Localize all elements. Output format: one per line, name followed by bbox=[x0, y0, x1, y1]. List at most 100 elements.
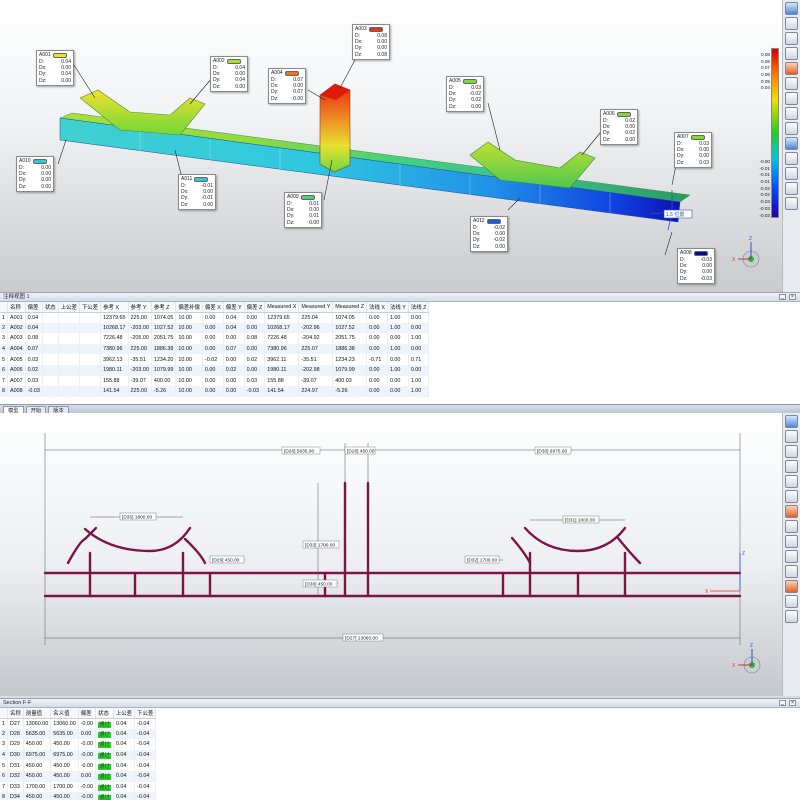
panel-minimize-icon[interactable]: _ bbox=[779, 700, 786, 706]
section-icon[interactable] bbox=[785, 152, 798, 165]
table-row[interactable]: 5 D31 450.00 450.00 -0.00 通过 0.04 -0.04 bbox=[0, 760, 157, 771]
table-cell: 0.00 bbox=[223, 386, 245, 397]
table-cell: 1980.11 bbox=[100, 364, 129, 376]
column-header[interactable]: 名义值 bbox=[50, 708, 79, 719]
front-view-icon[interactable] bbox=[785, 92, 798, 105]
table-cell: A004 bbox=[7, 343, 26, 355]
column-header[interactable]: 下公差 bbox=[134, 708, 157, 719]
table-row[interactable]: 6 D32 450.00 450.00 0.00 通过 0.04 -0.04 bbox=[0, 770, 157, 782]
side-view-icon[interactable] bbox=[785, 535, 798, 548]
section-icon[interactable] bbox=[785, 550, 798, 563]
light-icon[interactable] bbox=[785, 595, 798, 608]
table-row[interactable]: 1 D27 13060.00 13060.00 -0.00 通过 0.04 -0.04 bbox=[0, 718, 157, 729]
column-header[interactable]: 偏差 Y bbox=[223, 302, 245, 313]
annotation-icon[interactable] bbox=[785, 167, 798, 180]
table-row[interactable]: 2 D28 5635.00 5635.00 0.00 通过 0.04 -0.04 bbox=[0, 728, 157, 740]
column-header[interactable]: 参考 X bbox=[100, 302, 129, 313]
column-header[interactable] bbox=[0, 302, 8, 313]
light-icon[interactable] bbox=[785, 197, 798, 210]
table-row[interactable]: 8 D34 450.00 450.00 -0.00 通过 0.04 -0.04 bbox=[0, 792, 157, 800]
iso-view-icon[interactable] bbox=[785, 137, 798, 150]
callout-a005[interactable]: A005 D: 0.03 Dx: -0.02 Dy: 0.02 Dz: 0.00 bbox=[446, 76, 484, 112]
rotate-icon[interactable] bbox=[785, 17, 798, 30]
column-header[interactable]: 测量值 bbox=[23, 708, 52, 719]
callout-a001[interactable]: A001 D: 0.04 Dx: 0.00 Dy: 0.04 Dz: 0.00 bbox=[36, 50, 74, 86]
top-view-icon[interactable] bbox=[785, 520, 798, 533]
callout-a011[interactable]: A011 D: -0.01 Dx: 0.00 Dy: -0.01 Dz: 0.00 bbox=[178, 174, 216, 210]
panel-close-icon[interactable]: × bbox=[789, 700, 796, 706]
callout-a006[interactable]: A006 D: 0.02 Dx: 0.00 Dy: 0.02 Dz: 0.00 bbox=[600, 109, 638, 145]
column-header[interactable]: 法线 X bbox=[366, 302, 388, 313]
table-row[interactable]: 2 A002 0.04 10268.17 -203.00 1027.52 10.00 0.00… bbox=[0, 322, 430, 334]
column-header[interactable] bbox=[0, 708, 8, 719]
color-map-icon[interactable] bbox=[785, 62, 798, 75]
fit-view-icon[interactable] bbox=[785, 475, 798, 488]
column-header[interactable]: Measured Y bbox=[298, 302, 334, 313]
callout-a009[interactable]: A009 D: 0.01 Dx: 0.00 Dy: 0.01 Dz: 0.00 bbox=[284, 192, 322, 228]
pan-icon[interactable] bbox=[785, 445, 798, 458]
table-row[interactable]: 7 A007 0.03 155.88 -39.07 400.00 10.00 0.00 0.00… bbox=[0, 375, 430, 387]
top-view-icon[interactable] bbox=[785, 107, 798, 120]
section-2d-viewport[interactable]: [D26] 5635.00 [D28] 450.00 [D30] 6975.00… bbox=[0, 413, 782, 696]
column-header[interactable]: 偏差补偿 bbox=[175, 302, 203, 313]
table-row[interactable]: 7 D33 1700.00 1700.00 -0.00 通过 0.04 -0.04 bbox=[0, 781, 157, 793]
column-header[interactable]: Measured Z bbox=[332, 302, 368, 313]
column-header[interactable]: 偏差 bbox=[78, 708, 97, 719]
deviation-3d-viewport[interactable]: 1.5 位置 X Z A001 D: 0.04 Dx: 0.00 Dy: 0.04 Dz: 0.… bbox=[0, 0, 782, 292]
panel-close-icon[interactable]: × bbox=[789, 294, 796, 300]
color-map-icon[interactable] bbox=[785, 505, 798, 518]
column-header[interactable]: 法线 Z bbox=[408, 302, 430, 313]
table-row[interactable]: 6 A006 0.02 1980.11 -203.00 1079.99 10.00 0.00 0… bbox=[0, 364, 430, 376]
column-header[interactable]: 状态 bbox=[42, 302, 59, 313]
rotate-icon[interactable] bbox=[785, 430, 798, 443]
column-header[interactable]: 上公差 bbox=[113, 708, 136, 719]
measure-icon[interactable] bbox=[785, 182, 798, 195]
callout-a004[interactable]: A004 D: 0.07 Dx: 0.00 Dy: 0.07 Dz: 0.00 bbox=[268, 68, 306, 104]
callout-id: A008 bbox=[680, 250, 692, 257]
column-header[interactable]: 状态 bbox=[95, 708, 114, 719]
callout-a002[interactable]: A002 D: 0.04 Dx: 0.00 Dy: 0.04 Dz: 0.00 bbox=[210, 56, 248, 92]
zoom-icon[interactable] bbox=[785, 460, 798, 473]
table-row[interactable]: 8 A008 -0.03 141.54 225.00 -5.26 10.00 0.00 0.00… bbox=[0, 386, 430, 397]
annotation-icon[interactable] bbox=[785, 565, 798, 578]
side-view-icon[interactable] bbox=[785, 122, 798, 135]
view-cube-icon[interactable] bbox=[785, 415, 798, 428]
callout-a008[interactable]: A008 D: -0.03 Dx: 0.00 Dy: 0.00 Dz: -0.03 bbox=[677, 248, 715, 284]
column-header[interactable]: Measured X bbox=[264, 302, 300, 313]
zoom-icon[interactable] bbox=[785, 47, 798, 60]
callout-a007[interactable]: A007 D: 0.03 Dx: 0.00 Dy: 0.00 Dz: 0.03 bbox=[674, 132, 712, 168]
callout-key: Dz: bbox=[355, 51, 363, 58]
column-header[interactable]: 上公差 bbox=[58, 302, 80, 313]
tab-2[interactable]: 版本 bbox=[48, 406, 69, 414]
table-cell: 450.00 bbox=[50, 739, 79, 750]
column-header[interactable]: 偏差 bbox=[25, 302, 43, 313]
table-row[interactable]: 1 A001 0.04 12379.65 225.00 1074.05 10.00 0.00 0… bbox=[0, 312, 430, 323]
table-row[interactable]: 4 A004 0.07 7380.96 225.00 1886.38 10.00 0.00 0.… bbox=[0, 343, 430, 355]
table-row[interactable]: 4 D30 6975.00 6975.00 -0.00 通过 0.04 -0.04 bbox=[0, 749, 157, 761]
panel-minimize-icon[interactable]: _ bbox=[779, 294, 786, 300]
tab-0[interactable]: 模型 bbox=[3, 406, 24, 414]
measure-icon[interactable] bbox=[785, 580, 798, 593]
table-row[interactable]: 3 A003 0.08 7226.48 -205.00 2051.75 10.00 0.00 0… bbox=[0, 333, 430, 344]
column-header[interactable]: 偏差 X bbox=[202, 302, 224, 313]
front-view-icon[interactable] bbox=[785, 490, 798, 503]
tab-1[interactable]: 开始 bbox=[25, 406, 47, 414]
callout-a010[interactable]: A010 D: 0.00 Dx: 0.00 Dy: 0.00 Dz: 0.00 bbox=[16, 156, 54, 192]
fit-view-icon[interactable] bbox=[785, 77, 798, 90]
settings-icon[interactable] bbox=[785, 610, 798, 623]
column-header[interactable]: 参考 Z bbox=[151, 302, 177, 313]
column-header[interactable]: 参考 Y bbox=[128, 302, 152, 313]
callout-a003[interactable]: A003 D: 0.08 Dx: 0.00 Dy: 0.00 Dz: 0.08 bbox=[352, 24, 390, 60]
status-badge: 通过 bbox=[98, 763, 111, 770]
pan-icon[interactable] bbox=[785, 32, 798, 45]
callout-a012[interactable]: A012 D: -0.02 Dx: 0.00 Dy: -0.02 Dz: 0.00 bbox=[470, 216, 508, 252]
view-cube-icon[interactable] bbox=[785, 2, 798, 15]
column-header[interactable]: 法线 Y bbox=[387, 302, 409, 313]
column-header[interactable]: 名称 bbox=[7, 302, 26, 313]
column-header[interactable]: 偏差 Z bbox=[244, 302, 266, 313]
table-row[interactable]: 5 A005 0.03 3962.13 -35.51 1234.20 10.00 -0.02 0… bbox=[0, 354, 430, 365]
table-row[interactable]: 3 D29 450.00 450.00 -0.00 通过 0.04 -0.04 bbox=[0, 739, 157, 750]
status-badge: 通过 bbox=[98, 774, 111, 781]
column-header[interactable]: 下公差 bbox=[79, 302, 102, 313]
column-header[interactable]: 名称 bbox=[7, 708, 24, 719]
